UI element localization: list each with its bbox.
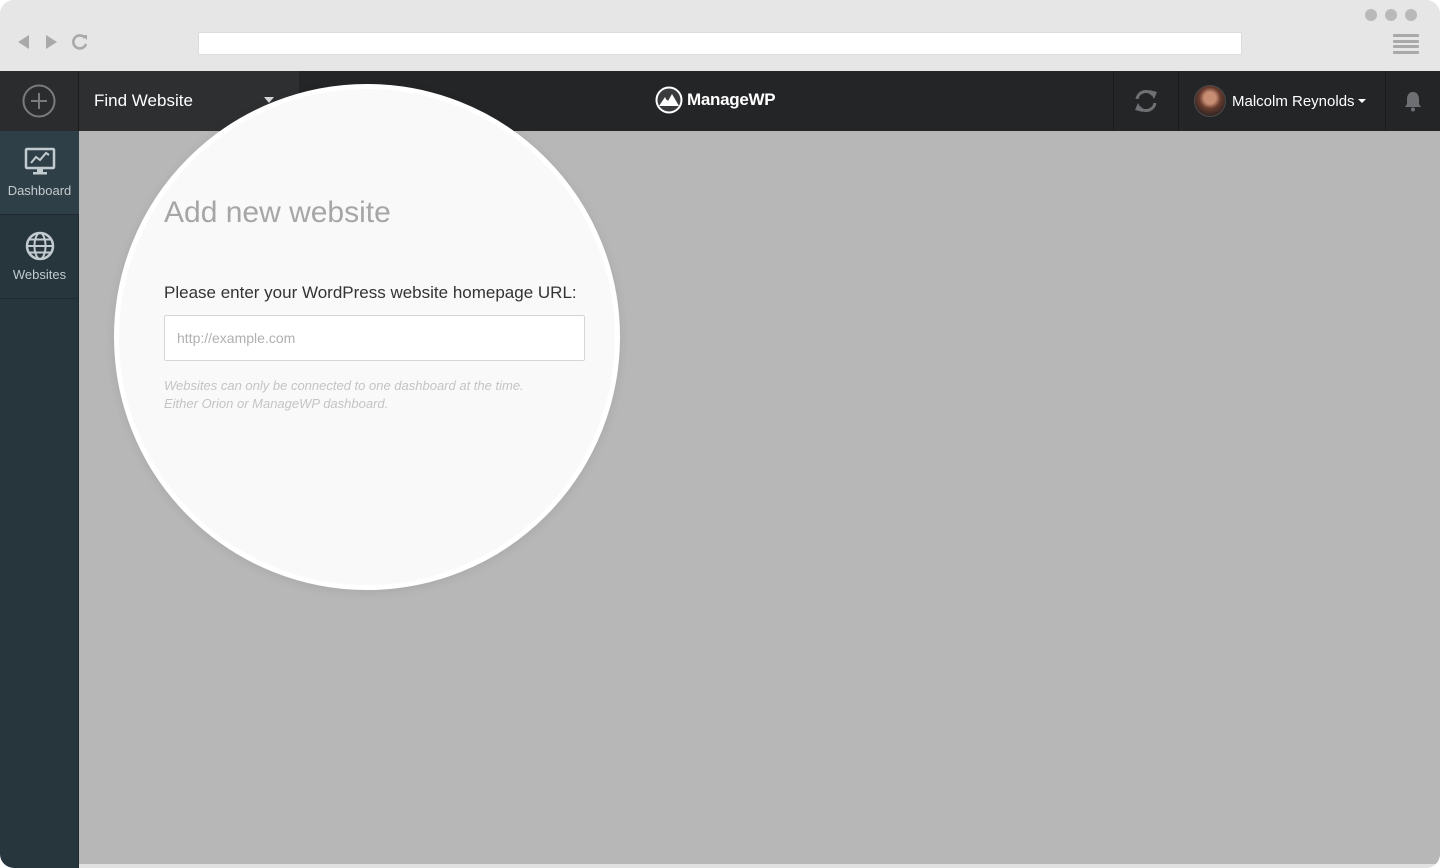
managewp-logo[interactable]: ManageWP [655,85,776,115]
sidebar-item-websites[interactable]: Websites [0,215,79,299]
avatar [1194,85,1226,117]
add-website-button[interactable] [0,71,79,131]
plus-circle-icon [22,84,56,118]
find-website-label: Find Website [94,91,193,110]
back-icon[interactable] [14,32,34,52]
address-bar[interactable] [198,32,1242,55]
browser-window: Find Website ManageWP Malcolm Reynolds D… [0,0,1440,868]
user-name: Malcolm Reynolds [1232,92,1355,110]
notifications-button[interactable] [1385,71,1440,131]
forward-icon[interactable] [41,32,61,52]
help-line: Websites can only be connected to one da… [164,378,524,393]
browser-menu-icon[interactable] [1393,34,1419,54]
refresh-icon [1135,90,1157,112]
dashboard-monitor-icon [24,147,55,175]
window-controls [1365,9,1417,21]
globe-icon [25,231,54,261]
bell-icon [1405,92,1421,112]
url-field-label: Please enter your WordPress website home… [164,283,577,302]
sidebar-item-label: Websites [12,267,67,282]
page-title: Add new website [164,196,391,229]
sidebar-item-dashboard[interactable]: Dashboard [0,131,79,215]
sidebar: Dashboard Websites [0,131,79,868]
logo-text: ManageWP [687,90,776,109]
window-dot[interactable] [1405,9,1417,21]
connection-help-text: Websites can only be connected to one da… [164,377,524,413]
help-line: Either Orion or ManageWP dashboard. [164,396,389,411]
reload-icon[interactable] [70,32,90,52]
browser-chrome [0,0,1440,71]
logo-mountain-icon [655,86,683,114]
app-header: Find Website ManageWP Malcolm Reynolds [0,71,1440,131]
website-url-input[interactable] [164,315,585,361]
main-bottom-edge [79,864,1440,868]
caret-down-icon [1357,99,1366,103]
window-dot[interactable] [1365,9,1377,21]
sync-button[interactable] [1113,71,1179,131]
sidebar-item-label: Dashboard [7,183,72,198]
user-menu[interactable]: Malcolm Reynolds [1180,71,1385,131]
window-dot[interactable] [1385,9,1397,21]
